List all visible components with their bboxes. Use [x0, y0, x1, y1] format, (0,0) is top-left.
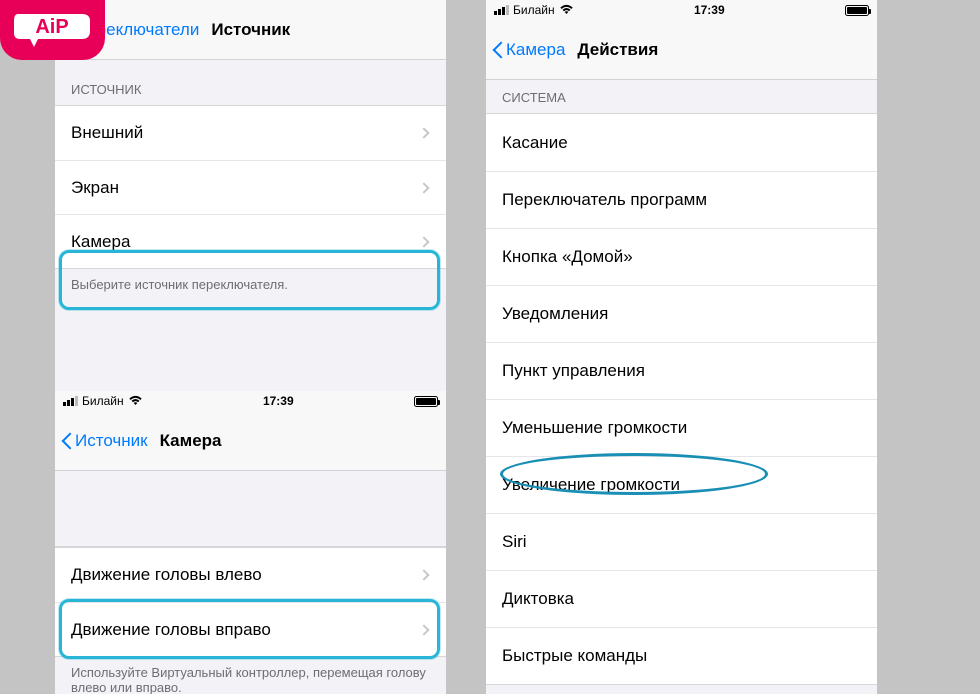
wifi-icon — [128, 394, 143, 409]
cell-head-left[interactable]: Движение головы влево — [55, 548, 446, 602]
cell-label: Переключатель программ — [502, 190, 861, 210]
status-right — [414, 396, 438, 407]
cell-label: Siri — [502, 532, 861, 552]
wifi-icon — [559, 3, 574, 18]
cell-control-center[interactable]: Пункт управления — [486, 342, 877, 399]
spacer — [55, 471, 446, 547]
time-label: 17:39 — [694, 3, 725, 17]
cell-label: Пункт управления — [502, 361, 861, 381]
chevron-back-icon — [492, 40, 504, 60]
cell-notifications[interactable]: Уведомления — [486, 285, 877, 342]
cell-app-switcher[interactable]: Переключатель программ — [486, 171, 877, 228]
status-left: Билайн — [63, 394, 143, 409]
cell-label: Касание — [502, 133, 861, 153]
battery-icon — [845, 5, 869, 16]
nav-bar: Переключатели Источник — [55, 0, 446, 60]
nav-title: Действия — [577, 40, 658, 60]
cell-volume-down[interactable]: Уменьшение громкости — [486, 399, 877, 456]
status-bar: Билайн 17:39 — [55, 391, 446, 411]
chevron-right-icon — [418, 182, 429, 193]
cell-label: Камера — [71, 232, 420, 252]
cell-camera[interactable]: Камера — [55, 214, 446, 268]
screenshot-actions: Билайн 17:39 Камера Действия СИСТЕМА Кас… — [486, 0, 877, 694]
signal-icon — [494, 5, 509, 15]
signal-icon — [63, 396, 78, 406]
cell-label: Внешний — [71, 123, 420, 143]
cell-touch[interactable]: Касание — [486, 114, 877, 171]
movement-list: Движение головы влево Движение головы вп… — [55, 547, 446, 657]
chevron-right-icon — [418, 569, 429, 580]
cell-screen[interactable]: Экран — [55, 160, 446, 214]
screenshot-camera: Билайн 17:39 Источник Камера Движение го… — [55, 391, 446, 694]
status-right — [845, 5, 869, 16]
source-list: Внешний Экран Камера — [55, 105, 446, 269]
status-bar: Билайн 17:39 — [486, 0, 877, 20]
nav-title: Источник — [211, 20, 290, 40]
back-label: Источник — [75, 431, 148, 451]
chevron-right-icon — [418, 624, 429, 635]
svg-text:AiP: AiP — [35, 16, 68, 38]
cell-dictation[interactable]: Диктовка — [486, 570, 877, 627]
chevron-right-icon — [418, 127, 429, 138]
status-left: Билайн — [494, 3, 574, 18]
cell-volume-up[interactable]: Увеличение громкости — [486, 456, 877, 513]
nav-bar: Источник Камера — [55, 411, 446, 471]
carrier-label: Билайн — [82, 394, 124, 408]
chevron-right-icon — [418, 236, 429, 247]
section-header: СИСТЕМА — [486, 80, 877, 113]
actions-list: Касание Переключатель программ Кнопка «Д… — [486, 113, 877, 685]
cell-home[interactable]: Кнопка «Домой» — [486, 228, 877, 285]
cell-label: Уведомления — [502, 304, 861, 324]
carrier-label: Билайн — [513, 3, 555, 17]
back-button[interactable]: Камера — [492, 40, 565, 60]
aip-logo: AiP — [0, 0, 105, 60]
cell-label: Быстрые команды — [502, 646, 861, 666]
cell-label: Уменьшение громкости — [502, 418, 861, 438]
cell-head-right[interactable]: Движение головы вправо — [55, 602, 446, 656]
cell-external[interactable]: Внешний — [55, 106, 446, 160]
section-footer: Выберите источник переключателя. — [55, 269, 446, 300]
back-label: Камера — [506, 40, 565, 60]
nav-bar: Камера Действия — [486, 20, 877, 80]
cell-label: Кнопка «Домой» — [502, 247, 861, 267]
cell-label: Диктовка — [502, 589, 861, 609]
screenshot-source: Переключатели Источник ИСТОЧНИК Внешний … — [55, 0, 446, 391]
cell-label: Экран — [71, 178, 420, 198]
back-button[interactable]: Источник — [61, 431, 148, 451]
logo-svg: AiP — [10, 9, 95, 51]
cell-label: Движение головы вправо — [71, 620, 420, 640]
cell-shortcuts[interactable]: Быстрые команды — [486, 627, 877, 684]
time-label: 17:39 — [263, 394, 294, 408]
section-header: ИСТОЧНИК — [55, 60, 446, 105]
nav-title: Камера — [160, 431, 222, 451]
chevron-back-icon — [61, 431, 73, 451]
cell-label: Движение головы влево — [71, 565, 420, 585]
cell-siri[interactable]: Siri — [486, 513, 877, 570]
section-footer: Используйте Виртуальный контроллер, пере… — [55, 657, 446, 694]
battery-icon — [414, 396, 438, 407]
cell-label: Увеличение громкости — [502, 475, 861, 495]
